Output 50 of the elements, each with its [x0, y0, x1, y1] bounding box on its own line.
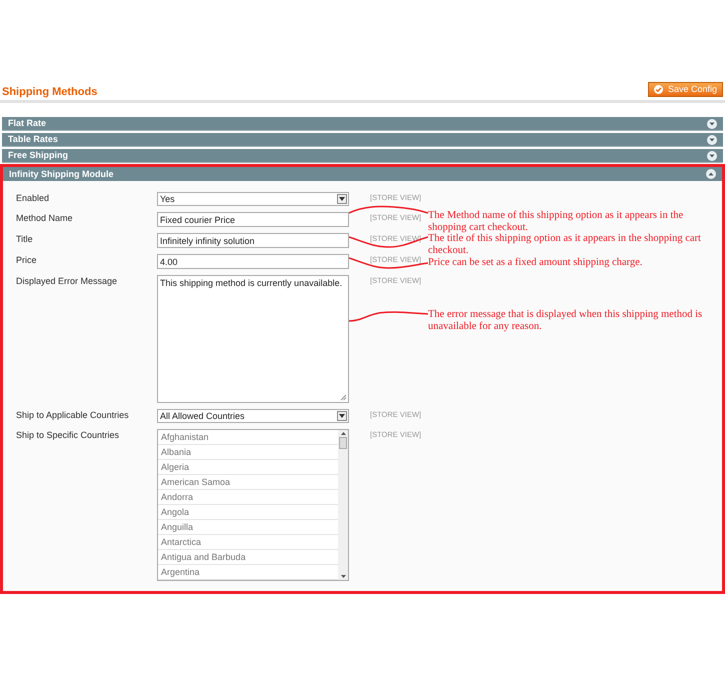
field-label: Displayed Error Message [16, 275, 118, 286]
field-label: Ship to Applicable Countries [16, 409, 130, 420]
section-title: Free Shipping [8, 151, 68, 160]
country-option[interactable]: Anguilla [158, 520, 338, 535]
country-option[interactable]: Andorra [158, 490, 338, 505]
country-option[interactable]: Angola [158, 505, 338, 520]
country-option[interactable]: Albania [158, 445, 338, 460]
section-title: Table Rates [8, 135, 58, 144]
textarea-field[interactable]: This shipping method is currently unavailable. [157, 275, 349, 403]
check-icon [654, 85, 663, 94]
text-field[interactable]: Fixed courier Price [157, 212, 349, 227]
expand-icon[interactable] [707, 134, 717, 144]
text-field[interactable]: 4.00 [157, 254, 349, 269]
country-option[interactable]: Algeria [158, 460, 338, 475]
field-label: Price [16, 254, 38, 265]
country-option[interactable]: Antigua and Barbuda [158, 550, 338, 565]
section-title: Flat Rate [8, 119, 46, 128]
field-label: Enabled [16, 192, 50, 203]
country-option[interactable]: Afghanistan [158, 430, 338, 445]
section-header[interactable]: Infinity Shipping Module [3, 167, 722, 181]
dropdown-icon [337, 411, 347, 421]
save-config-button[interactable]: Save Config [648, 82, 723, 97]
annotation-note: The error message that is displayed when this shipping method is unavailable for any reason. [428, 309, 704, 333]
field-label: Title [16, 233, 34, 244]
country-option[interactable]: Argentina [158, 565, 338, 580]
country-list[interactable]: Afghanistan Albania Algeria American Samoa Andorra Angola Anguilla Antarctica Antigua and Barbuda Argentina [157, 429, 349, 581]
scroll-up-icon[interactable] [340, 432, 346, 435]
country-option[interactable]: Antarctica [158, 535, 338, 550]
field-label: Method Name [16, 212, 74, 223]
annotation-note: The Method name of this shipping option as it appears in the shopping cart checkout. [428, 210, 684, 234]
field-label: Ship to Specific Countries [16, 429, 120, 440]
scroll-down-icon[interactable] [340, 575, 346, 578]
text-field[interactable]: Infinitely infinity solution [157, 233, 349, 248]
dropdown-icon [337, 194, 347, 204]
country-option[interactable]: American Samoa [158, 475, 338, 490]
expand-icon[interactable] [707, 118, 717, 128]
annotation-note: Price can be set as a fixed amount shipping charge. [428, 257, 644, 269]
select-field[interactable]: All Allowed Countries [157, 409, 349, 423]
page-title: Shipping Methods [2, 87, 98, 98]
expand-icon[interactable] [707, 150, 717, 160]
section-header[interactable]: Free Shipping [2, 149, 723, 163]
section-header[interactable]: Flat Rate [2, 117, 723, 131]
section-header[interactable]: Table Rates [2, 133, 723, 147]
select-field[interactable]: Yes [157, 192, 349, 206]
scrollbar[interactable] [338, 430, 348, 580]
collapse-icon[interactable] [706, 169, 716, 179]
section-title: Infinity Shipping Module [9, 170, 114, 178]
scroll-thumb[interactable] [339, 437, 347, 449]
resize-grip-icon[interactable] [340, 394, 347, 401]
annotation-note: The title of this shipping option as it appears in the shopping cart checkout. [428, 233, 702, 257]
